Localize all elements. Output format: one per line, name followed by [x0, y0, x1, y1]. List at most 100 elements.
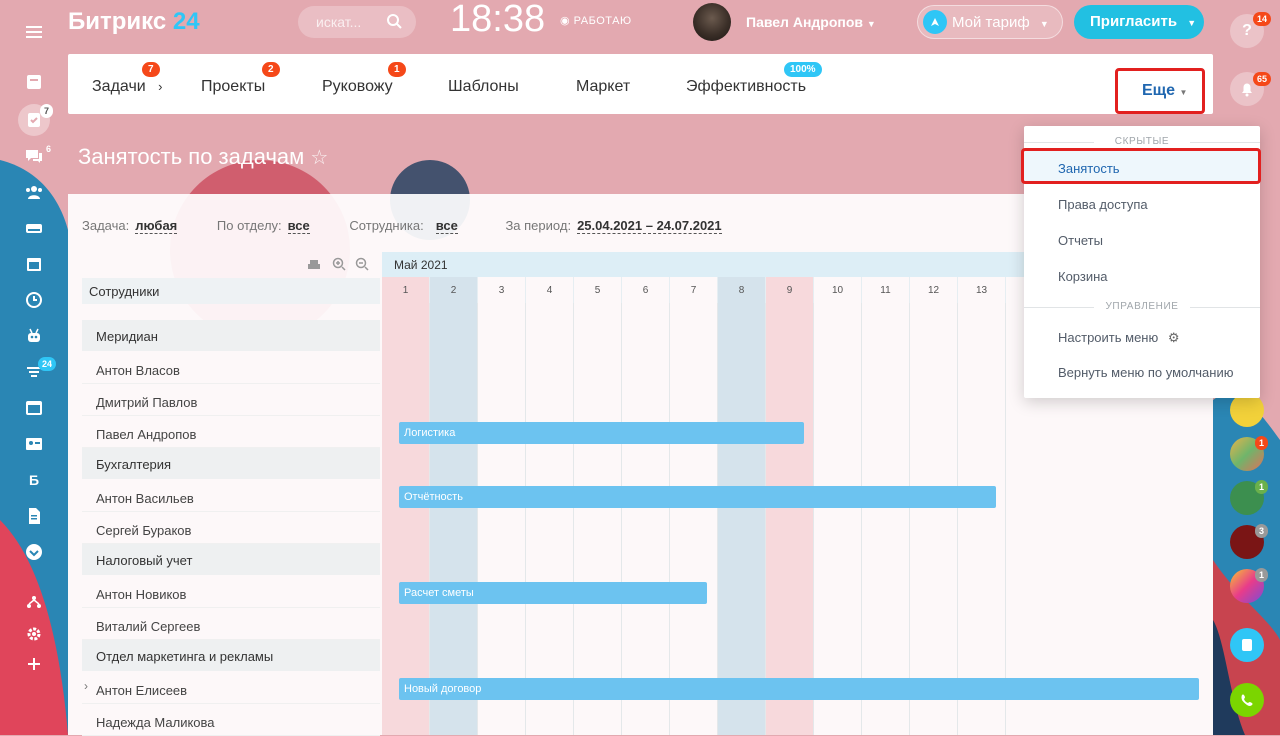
task-bar[interactable]: Новый договор: [399, 678, 1199, 700]
tariff-button[interactable]: Мой тариф ▼: [917, 5, 1063, 39]
invite-button[interactable]: Пригласить ▼: [1074, 5, 1204, 39]
chevron-down-icon: ▼: [866, 19, 876, 29]
user-menu[interactable]: Павел Андропов ▼: [746, 14, 876, 30]
add-icon[interactable]: [20, 652, 48, 676]
structure-icon[interactable]: [20, 590, 48, 614]
day-column: [574, 303, 622, 735]
work-status-label: РАБОТАЮ: [573, 15, 632, 27]
tab-supervise[interactable]: Руковожу: [322, 78, 393, 96]
day-header: 1: [382, 277, 430, 303]
contact-badge: 1: [1255, 436, 1269, 450]
star-icon[interactable]: ☆: [310, 147, 328, 169]
day-header: 2: [430, 277, 478, 303]
robot-icon[interactable]: [20, 324, 48, 348]
more-down-icon[interactable]: [20, 540, 48, 564]
b-letter-icon[interactable]: Б: [20, 468, 48, 492]
task-filter[interactable]: любая: [135, 218, 178, 234]
tab-label: Шаблоны: [448, 78, 519, 95]
tab-templates[interactable]: Шаблоны: [448, 78, 519, 96]
menu-item-trash[interactable]: Корзина: [1058, 269, 1108, 284]
chat-badge: 6: [46, 144, 52, 154]
calendar-icon[interactable]: [20, 252, 48, 276]
department-row[interactable]: Бухгалтерия: [82, 448, 380, 479]
day-column: [718, 303, 766, 735]
divider: [1190, 307, 1260, 308]
tab-efficiency[interactable]: Эффективность: [686, 78, 806, 96]
window-icon[interactable]: [20, 396, 48, 420]
section-label: СКРЫТЫЕ: [1114, 136, 1170, 147]
zoom-in-icon[interactable]: [332, 257, 346, 276]
day-header: 10: [814, 277, 862, 303]
task-bar[interactable]: Расчет сметы: [399, 582, 707, 604]
tab-market[interactable]: Маркет: [576, 78, 630, 96]
more-dropdown-menu: СКРЫТЫЕ Занятость Права доступа Отчеты К…: [1021, 126, 1261, 398]
dropdown-section-hidden: СКРЫТЫЕ: [1024, 136, 1260, 147]
print-icon[interactable]: [308, 258, 320, 276]
department-row[interactable]: Меридиан: [82, 320, 380, 351]
tab-badge: 100%: [784, 62, 822, 77]
settings-gear-icon[interactable]: [20, 622, 48, 646]
menu-item-occupancy[interactable]: Занятость: [1058, 161, 1120, 176]
clock-icon[interactable]: [20, 288, 48, 312]
contact-card-icon[interactable]: [20, 432, 48, 456]
more-menu-button[interactable]: Еще ▼: [1115, 68, 1205, 114]
employee-row[interactable]: Дмитрий Павлов: [82, 385, 380, 416]
rocket-icon: [923, 10, 947, 34]
department-row[interactable]: Налоговый учет: [82, 544, 380, 575]
department-row[interactable]: Отдел маркетинга и рекламы: [82, 640, 380, 671]
filter-label: Сотрудника:: [349, 218, 424, 233]
task-bar[interactable]: Логистика: [399, 422, 804, 444]
period-filter[interactable]: 25.04.2021 – 24.07.2021: [577, 218, 722, 234]
menu-item-access-rights[interactable]: Права доступа: [1058, 197, 1148, 212]
day-header: 6: [622, 277, 670, 303]
notifications-badge: 65: [1253, 72, 1272, 86]
employee-row[interactable]: Надежда Маликова: [82, 705, 380, 736]
filter-badge: 24: [38, 357, 57, 371]
employee-row[interactable]: Сергей Бураков: [82, 513, 380, 544]
employee-row[interactable]: Антон Васильев: [82, 481, 380, 512]
employee-filter[interactable]: все: [435, 218, 458, 234]
feed-icon[interactable]: [20, 70, 48, 94]
chevron-down-icon: ▼: [1179, 88, 1188, 97]
menu-item-configure[interactable]: Настроить меню ⚙: [1058, 330, 1180, 346]
task-bar[interactable]: Отчётность: [399, 486, 996, 508]
employee-row[interactable]: Антон Елисеев: [82, 673, 380, 704]
zoom-out-icon[interactable]: [355, 257, 369, 276]
day-column: [622, 303, 670, 735]
help-badge: 14: [1253, 12, 1272, 26]
menu-item-label: Настроить меню: [1058, 330, 1159, 345]
search-input[interactable]: искат...: [298, 6, 416, 38]
employee-row[interactable]: Антон Власов: [82, 353, 380, 384]
top-header: Битрикс 24 искат... 18:38 ◉ РАБОТАЮ Паве…: [68, 0, 1213, 44]
day-column: [382, 303, 430, 735]
open-lines-icon[interactable]: [1230, 628, 1264, 662]
work-status[interactable]: ◉ РАБОТАЮ: [560, 14, 632, 27]
employee-row[interactable]: Виталий Сергеев: [82, 609, 380, 640]
chevron-down-icon: ▼: [1039, 19, 1049, 29]
document-icon[interactable]: [20, 504, 48, 528]
highlight-frame: [1021, 148, 1261, 184]
menu-icon[interactable]: [20, 20, 48, 44]
phone-icon[interactable]: [1230, 683, 1264, 717]
employee-row[interactable]: Антон Новиков: [82, 577, 380, 608]
section-label: УПРАВЛЕНИЕ: [1105, 301, 1179, 312]
logo[interactable]: Битрикс 24: [68, 8, 200, 36]
employee-row[interactable]: Павел Андропов: [82, 417, 380, 448]
day-header: 5: [574, 277, 622, 303]
contact-badge: 1: [1255, 480, 1269, 494]
groups-icon[interactable]: [20, 180, 48, 204]
tab-badge: 2: [262, 62, 280, 77]
day-column: [958, 303, 1006, 735]
user-avatar[interactable]: [693, 3, 731, 41]
search-icon[interactable]: [386, 13, 402, 32]
contact-avatar[interactable]: [1230, 393, 1264, 427]
drive-icon[interactable]: [20, 216, 48, 240]
more-label: Еще: [1142, 82, 1176, 99]
menu-item-reports[interactable]: Отчеты: [1058, 233, 1103, 248]
invite-label: Пригласить: [1090, 13, 1178, 30]
tab-tasks[interactable]: Задачи ›: [92, 78, 163, 96]
department-filter[interactable]: все: [287, 218, 310, 234]
menu-item-reset-default[interactable]: Вернуть меню по умолчанию: [1058, 365, 1233, 380]
contact-badge: 1: [1255, 568, 1269, 582]
tab-projects[interactable]: Проекты: [201, 78, 265, 96]
